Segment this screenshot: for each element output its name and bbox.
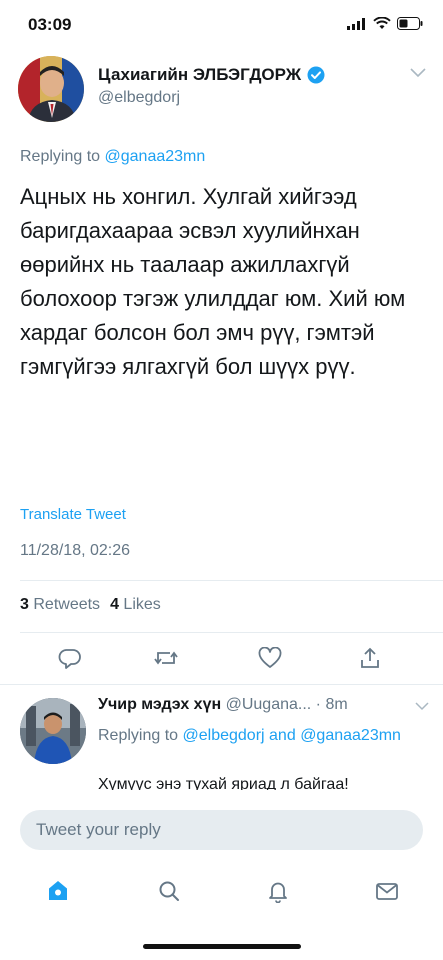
wifi-icon [373,17,391,29]
search-icon [159,881,179,901]
tab-messages[interactable] [372,876,402,906]
tweet-actions [0,644,443,674]
replying-prefix: Replying to [98,727,179,744]
chevron-down-icon[interactable] [410,68,426,78]
reply-time: · 8m [315,696,348,713]
author-name-text: Цахиагийн ЭЛБЭГДОРЖ [98,65,302,84]
divider [20,580,443,581]
retweets-stat[interactable]: 3 Retweets [20,596,100,614]
avatar[interactable] [18,56,84,122]
mention-link[interactable]: @elbegdorj [183,727,265,744]
author-handle[interactable]: @elbegdorj [98,89,180,107]
avatar-photo [18,56,84,122]
tweet-text: Ацных нь хонгил. Хулгай хийгээд баригдах… [20,184,406,379]
divider [20,632,443,633]
tweet-header: Цахиагийн ЭЛБЭГДОРЖ @elbegdorj [18,56,428,126]
replying-to: Replying to @ganaa23mn [20,148,205,166]
avatar[interactable] [20,698,86,764]
home-indicator [143,944,301,949]
likes-count: 4 [110,596,119,613]
replying-and: and [269,727,296,744]
tab-notifications[interactable] [263,876,293,906]
tab-search[interactable] [154,876,184,906]
divider [0,684,443,685]
cellular-signal-icon [347,17,365,30]
reply-tweet[interactable]: Учир мэдэх хүн @Uugana... · 8m Replying … [0,690,443,790]
likes-label: Likes [123,596,161,613]
reply-author[interactable]: Учир мэдэх хүн @Uugana... · 8m [98,696,348,714]
share-button[interactable] [356,644,384,672]
avatar-photo [20,698,86,764]
compose-bar: Tweet your reply [0,798,443,860]
retweets-count: 3 [20,596,29,613]
retweet-button[interactable] [152,644,180,672]
retweet-icon [154,651,178,665]
likes-stat[interactable]: 4 Likes [110,596,161,614]
reply-author-name: Учир мэдэх хүн [98,696,222,713]
share-icon [361,647,379,668]
replying-prefix: Replying to [20,148,101,165]
tab-home[interactable] [43,876,73,906]
reply-author-handle: @Uugana... [225,696,312,713]
tweet-stats: 3 Retweets 4 Likes [20,596,161,614]
retweets-label: Retweets [33,596,101,613]
reply-replying-to: Replying to @elbegdorj and @ganaa23mn [98,724,428,748]
verified-badge-icon [307,66,325,84]
status-time: 03:09 [28,15,72,34]
bell-icon [269,882,287,903]
like-button[interactable] [256,644,284,672]
tab-bar [0,866,443,916]
tweet-timestamp: 11/28/18, 02:26 [20,542,131,559]
mail-icon [376,883,398,900]
battery-icon [397,17,423,30]
mention-link[interactable]: @ganaa23mn [105,148,206,165]
tweet-reply-input[interactable]: Tweet your reply [20,810,423,850]
status-icons [347,17,423,30]
status-bar: 03:09 [0,0,443,50]
home-icon [49,881,67,900]
author-name[interactable]: Цахиагийн ЭЛБЭГДОРЖ [98,65,325,85]
heart-icon [258,647,282,668]
reply-button[interactable] [56,644,84,672]
mention-link[interactable]: @ganaa23mn [300,727,401,744]
reply-icon [58,649,81,669]
reply-text: Хүмүүс энэ тухай яриад л байгаа! [98,776,349,790]
translate-tweet-link[interactable]: Translate Tweet [20,506,126,523]
chevron-down-icon[interactable] [415,702,429,711]
